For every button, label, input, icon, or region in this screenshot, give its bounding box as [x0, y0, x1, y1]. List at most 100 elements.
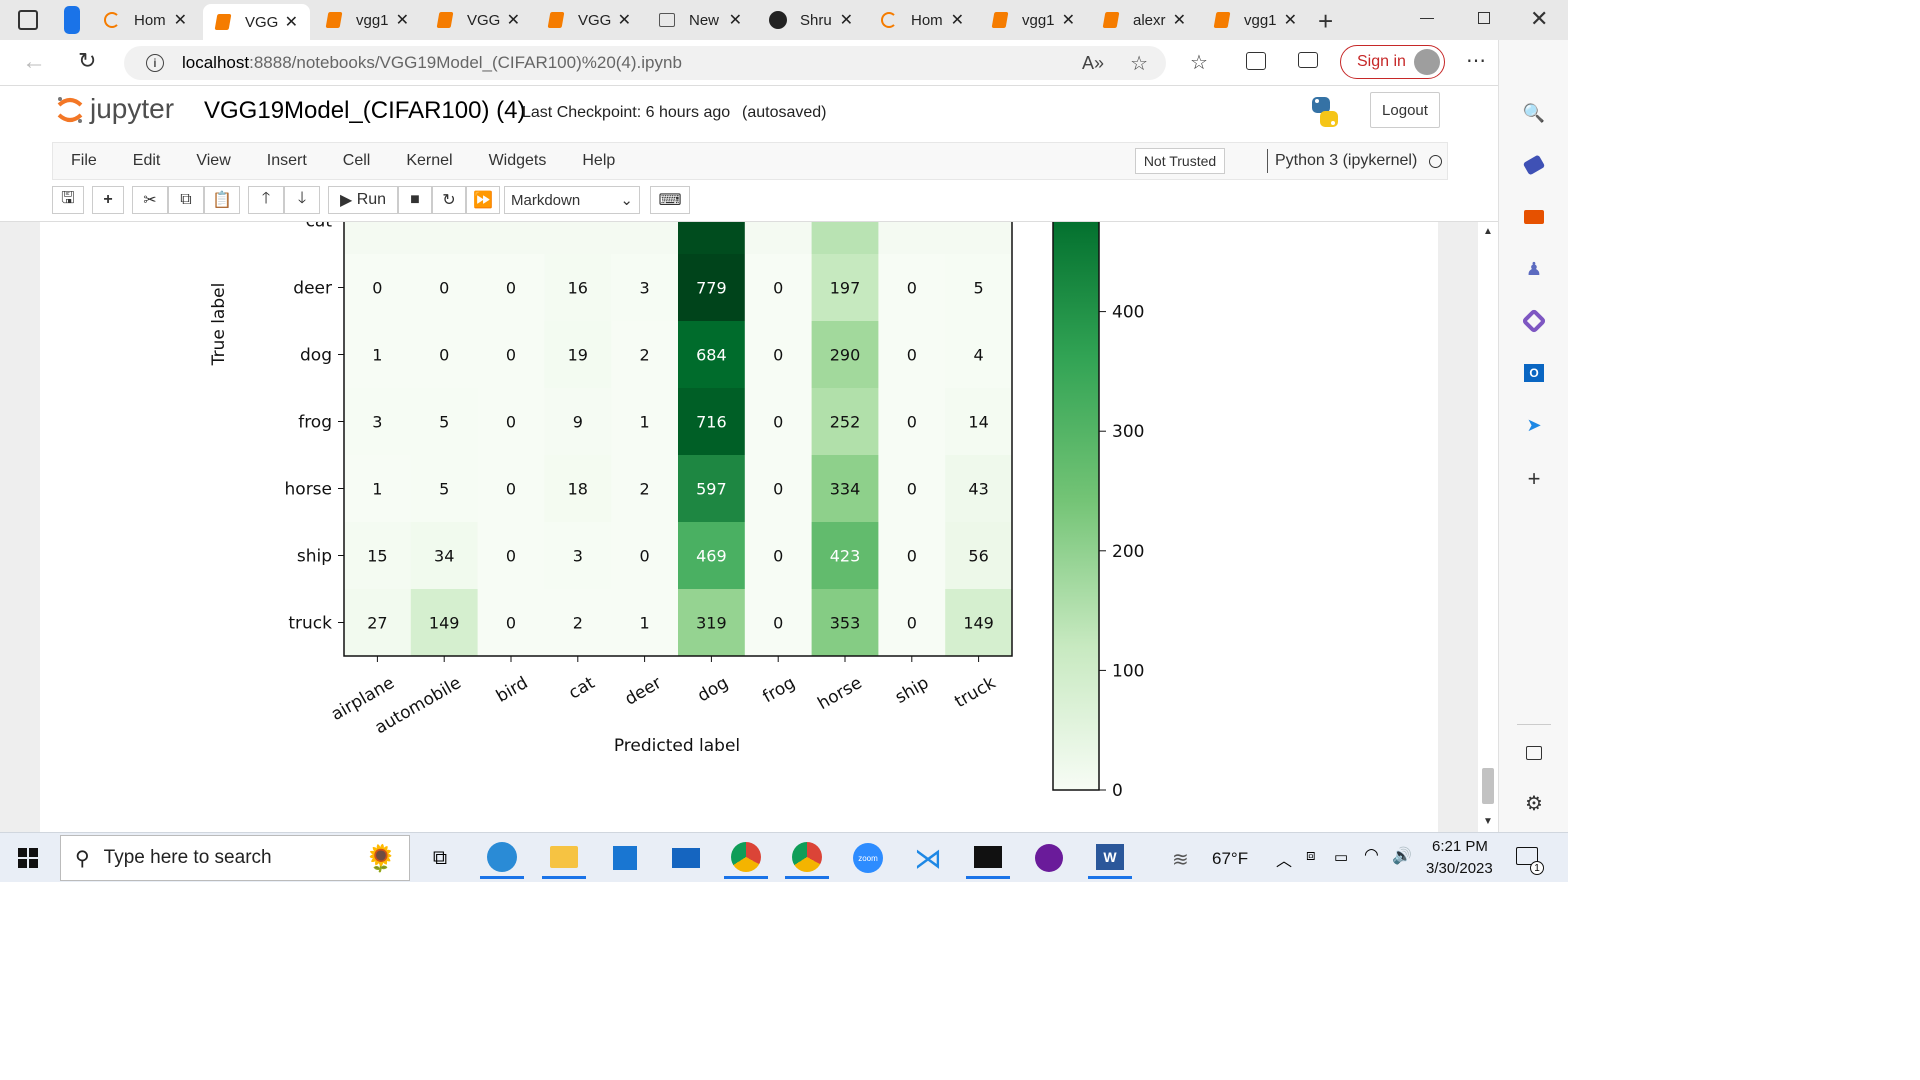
menu-edit[interactable]: Edit — [133, 152, 161, 170]
sidebar-toggle-icon[interactable] — [1523, 742, 1545, 764]
copy-icon[interactable]: ⧉ — [168, 186, 204, 214]
send-icon[interactable]: ➤ — [1523, 414, 1545, 436]
minimize-button[interactable] — [1420, 18, 1434, 19]
shopping-tag-icon[interactable] — [1522, 154, 1546, 176]
games-icon[interactable]: ♟ — [1523, 258, 1545, 280]
cut-icon[interactable]: ✂ — [132, 186, 168, 214]
browser-tab[interactable]: VGG ✕ — [425, 4, 532, 36]
volume-icon[interactable]: 🔊 — [1392, 846, 1412, 866]
file-explorer-icon[interactable] — [542, 837, 586, 879]
wifi-icon[interactable]: ◠ — [1364, 845, 1379, 865]
paste-icon[interactable]: 📋 — [204, 186, 240, 214]
menu-help[interactable]: Help — [582, 152, 615, 170]
meet-now-icon[interactable]: ⧈ — [1306, 847, 1316, 864]
windows-start-icon[interactable] — [18, 848, 38, 868]
word-icon[interactable]: W — [1088, 837, 1132, 879]
menu-view[interactable]: View — [196, 152, 230, 170]
browser-tab[interactable]: vgg1 ✕ — [1202, 4, 1309, 36]
notebook-name[interactable]: VGG19Model_(CIFAR100) (4) — [204, 97, 525, 125]
new-tab-button[interactable]: + — [1318, 6, 1333, 37]
add-favorite-icon[interactable]: ☆ — [1130, 51, 1148, 76]
browser-tab[interactable]: VGG ✕ — [536, 4, 643, 36]
microsoft-store-icon[interactable] — [603, 837, 647, 879]
browser-tab[interactable]: Hom ✕ — [92, 4, 199, 36]
close-tab-icon[interactable]: ✕ — [840, 10, 853, 30]
close-tab-icon[interactable]: ✕ — [1284, 10, 1297, 30]
close-tab-icon[interactable]: ✕ — [729, 10, 742, 30]
close-tab-icon[interactable]: ✕ — [507, 10, 520, 30]
page-scrollbar[interactable]: ▲ ▼ — [1478, 222, 1498, 832]
task-view-icon[interactable]: ⧉ — [418, 837, 462, 879]
scroll-up-icon[interactable]: ▲ — [1483, 226, 1493, 237]
favorites-icon[interactable]: ☆ — [1190, 50, 1208, 75]
github-desktop-icon[interactable] — [1027, 837, 1071, 879]
chrome-profile-icon[interactable] — [785, 837, 829, 879]
menu-cell[interactable]: Cell — [343, 152, 371, 170]
zoom-icon[interactable]: zoom — [846, 837, 890, 879]
add-sidebar-icon[interactable]: + — [1523, 466, 1545, 491]
url-field[interactable]: i localhost :8888/notebooks/VGG19Model_(… — [124, 46, 1166, 80]
restore-button[interactable] — [1478, 12, 1490, 24]
browser-tab[interactable]: VGG ✕ — [203, 4, 310, 40]
extensions-icon[interactable] — [1298, 52, 1318, 68]
more-icon[interactable]: ⋯ — [1466, 48, 1486, 73]
workspaces-icon[interactable] — [64, 6, 80, 34]
site-info-icon[interactable]: i — [146, 54, 164, 72]
browser-tab[interactable]: vgg1 ✕ — [314, 4, 421, 36]
outlook-icon[interactable]: O — [1523, 362, 1545, 384]
cell-type-select[interactable]: Markdown ⌄ — [504, 186, 640, 214]
move-up-icon[interactable]: 🡑 — [248, 186, 284, 214]
tab-actions-icon[interactable] — [18, 10, 38, 30]
office-icon[interactable] — [1521, 308, 1547, 334]
chrome-icon[interactable] — [724, 837, 768, 879]
command-palette-icon[interactable]: ⌨ — [650, 186, 690, 214]
collections-icon[interactable] — [1246, 52, 1266, 70]
browser-tab[interactable]: Shru ✕ — [758, 4, 865, 36]
insert-cell-icon[interactable]: + — [92, 186, 124, 214]
save-icon[interactable]: 🖫 — [52, 186, 84, 214]
edge-browser-icon[interactable] — [480, 837, 524, 879]
close-tab-icon[interactable]: ✕ — [285, 12, 298, 32]
back-icon[interactable]: ← — [22, 48, 46, 76]
kernel-name[interactable]: Python 3 (ipykernel) — [1275, 152, 1417, 170]
browser-tab[interactable]: alexr ✕ — [1091, 4, 1198, 36]
search-icon[interactable]: 🔍 — [1523, 102, 1545, 124]
close-window-button[interactable]: ✕ — [1530, 6, 1548, 32]
close-tab-icon[interactable]: ✕ — [951, 10, 964, 30]
sign-in-button[interactable]: Sign in — [1340, 45, 1445, 79]
menu-file[interactable]: File — [71, 152, 97, 170]
read-aloud-icon[interactable]: A» — [1082, 53, 1104, 74]
refresh-icon[interactable]: ↻ — [78, 48, 96, 74]
temperature[interactable]: 67°F — [1212, 849, 1248, 869]
restart-run-all-icon[interactable]: ⏩ — [466, 186, 500, 214]
interrupt-icon[interactable]: ■ — [398, 186, 432, 214]
close-tab-icon[interactable]: ✕ — [618, 10, 631, 30]
browser-tab[interactable]: vgg1 ✕ — [980, 4, 1087, 36]
battery-icon[interactable]: ▭ — [1334, 848, 1348, 866]
clock-date[interactable]: 3/30/2023 — [1426, 860, 1493, 877]
menu-kernel[interactable]: Kernel — [406, 152, 452, 170]
scroll-down-icon[interactable]: ▼ — [1483, 816, 1493, 827]
tools-icon[interactable] — [1523, 206, 1545, 228]
chevron-up-icon[interactable]: ︿ — [1276, 847, 1292, 871]
taskbar-search-box[interactable]: ⚲ Type here to search 🌻 — [60, 835, 410, 881]
clock-time[interactable]: 6:21 PM — [1432, 838, 1488, 855]
menu-insert[interactable]: Insert — [267, 152, 307, 170]
trust-indicator[interactable]: Not Trusted — [1135, 148, 1225, 174]
scroll-thumb[interactable] — [1482, 768, 1494, 804]
jupyter-logo-icon[interactable] — [56, 95, 84, 125]
menu-widgets[interactable]: Widgets — [489, 152, 547, 170]
logout-button[interactable]: Logout — [1370, 92, 1440, 128]
terminal-icon[interactable] — [966, 837, 1010, 879]
close-tab-icon[interactable]: ✕ — [174, 10, 187, 30]
close-tab-icon[interactable]: ✕ — [396, 10, 409, 30]
run-button[interactable]: ▶ Run — [328, 186, 398, 214]
mail-icon[interactable] — [664, 837, 708, 879]
move-down-icon[interactable]: 🡓 — [284, 186, 320, 214]
close-tab-icon[interactable]: ✕ — [1173, 10, 1186, 30]
settings-icon[interactable]: ⚙ — [1523, 792, 1545, 815]
weather-icon[interactable]: ≋ — [1172, 847, 1189, 872]
restart-icon[interactable]: ↻ — [432, 186, 466, 214]
browser-tab[interactable]: New ✕ — [647, 4, 754, 36]
close-tab-icon[interactable]: ✕ — [1062, 10, 1075, 30]
